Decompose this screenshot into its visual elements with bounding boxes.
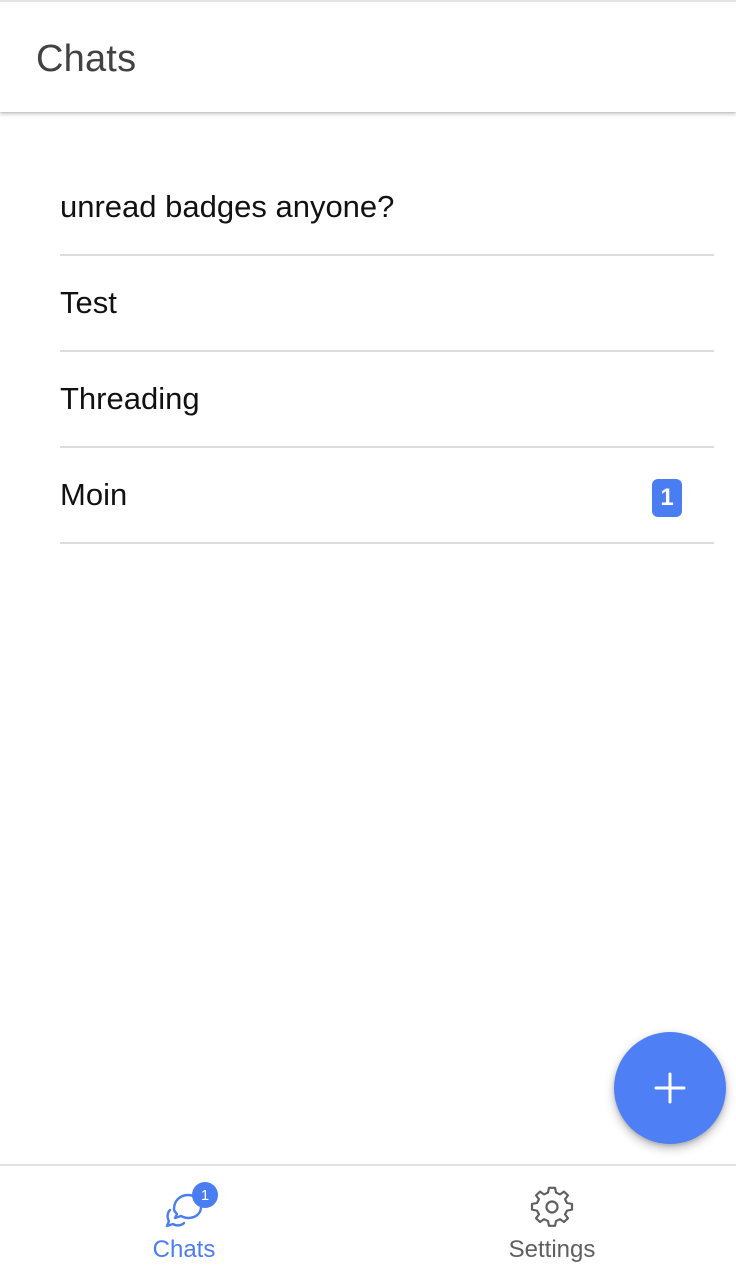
gear-icon (530, 1186, 574, 1230)
chat-name: unread badges anyone? (60, 189, 395, 224)
chat-name: Test (60, 285, 117, 320)
bottom-tab-bar: 1 Chats Settings (0, 1164, 736, 1272)
plus-icon (654, 1072, 686, 1104)
new-chat-button[interactable] (614, 1032, 726, 1144)
chat-name: Moin (60, 477, 128, 512)
tab-chats[interactable]: 1 Chats (0, 1166, 368, 1272)
unread-badge: 1 (652, 479, 682, 517)
chat-bubbles-icon: 1 (162, 1182, 218, 1230)
chat-list-item[interactable]: Moin 1 (60, 448, 714, 544)
tab-label: Chats (152, 1236, 216, 1263)
app-root: Chats unread badges anyone? Test Threadi… (0, 0, 736, 1272)
tab-settings[interactable]: Settings (368, 1166, 736, 1272)
app-header: Chats (0, 0, 736, 112)
chat-list-item[interactable]: Threading (60, 352, 714, 448)
chat-list-item[interactable]: Test (60, 256, 714, 352)
chat-list: unread badges anyone? Test Threading Moi… (60, 160, 714, 544)
page-title: Chats (36, 38, 137, 80)
tab-label: Settings (508, 1236, 596, 1263)
chat-list-item[interactable]: unread badges anyone? (60, 160, 714, 256)
chat-name: Threading (60, 381, 200, 416)
tab-unread-badge: 1 (192, 1182, 218, 1208)
